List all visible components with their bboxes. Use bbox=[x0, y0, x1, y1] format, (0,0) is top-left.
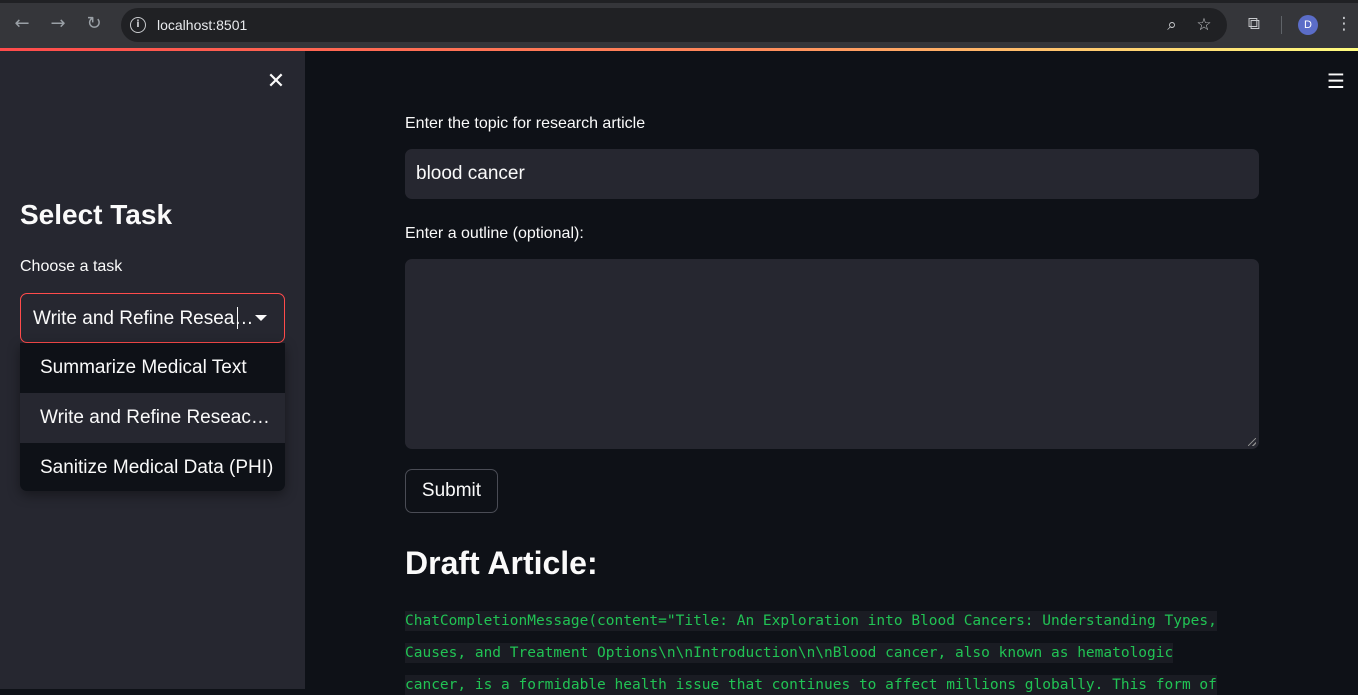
address-bar[interactable]: i localhost:8501 ⌕ ☆ bbox=[121, 8, 1227, 42]
extensions-puzzle-icon[interactable]: ⧉ bbox=[1243, 13, 1265, 35]
forward-arrow-icon[interactable]: → bbox=[46, 12, 70, 36]
url-text[interactable]: localhost:8501 bbox=[157, 17, 247, 33]
back-arrow-icon[interactable]: ← bbox=[10, 12, 34, 36]
task-select-label: Choose a task bbox=[20, 258, 123, 275]
option-write-refine-research[interactable]: Write and Refine Reseac… bbox=[20, 393, 285, 443]
topic-label: Enter the topic for research article bbox=[405, 115, 646, 132]
sidebar-title: Select Task bbox=[20, 199, 173, 230]
reload-icon[interactable]: ↻ bbox=[82, 12, 106, 36]
site-info-icon[interactable]: i bbox=[130, 17, 146, 33]
close-sidebar-icon[interactable]: ✕ bbox=[264, 70, 288, 94]
text-cursor bbox=[237, 307, 238, 329]
outline-textarea[interactable] bbox=[405, 259, 1259, 449]
topic-input[interactable]: blood cancer bbox=[405, 149, 1259, 199]
topic-input-value: blood cancer bbox=[416, 163, 525, 184]
draft-code-line: Causes, and Treatment Options\n\nIntrodu… bbox=[405, 643, 1174, 663]
browser-chrome: ← → ↻ i localhost:8501 ⌕ ☆ ⧉ D ⋮ bbox=[0, 0, 1358, 48]
draft-code-line: cancer, is a formidable health issue tha… bbox=[405, 675, 1217, 695]
bookmark-star-icon[interactable]: ☆ bbox=[1193, 14, 1215, 36]
task-select-value: Write and Refine Resea… bbox=[33, 308, 254, 329]
hamburger-menu-icon[interactable]: ☰ bbox=[1325, 70, 1347, 92]
task-dropdown-menu: Summarize Medical Text Write and Refine … bbox=[20, 343, 285, 491]
zoom-icon[interactable]: ⌕ bbox=[1161, 14, 1183, 36]
profile-avatar[interactable]: D bbox=[1298, 15, 1318, 35]
task-select[interactable]: Write and Refine Resea… bbox=[20, 293, 285, 343]
sidebar: ✕ Select Task Choose a task Write and Re… bbox=[0, 51, 305, 689]
option-sanitize-medical-data[interactable]: Sanitize Medical Data (PHI) bbox=[20, 443, 285, 491]
resize-handle[interactable] bbox=[1248, 438, 1256, 446]
outline-label: Enter a outline (optional): bbox=[405, 225, 584, 242]
option-summarize-medical-text[interactable]: Summarize Medical Text bbox=[20, 343, 285, 393]
chevron-down-icon[interactable] bbox=[255, 315, 267, 321]
submit-button[interactable]: Submit bbox=[405, 469, 498, 513]
draft-article-heading: Draft Article: bbox=[405, 545, 598, 581]
more-vert-icon[interactable]: ⋮ bbox=[1333, 13, 1355, 35]
draft-code-line: ChatCompletionMessage(content="Title: An… bbox=[405, 611, 1217, 631]
toolbar-divider bbox=[1281, 16, 1282, 34]
tab-strip bbox=[0, 0, 1358, 3]
